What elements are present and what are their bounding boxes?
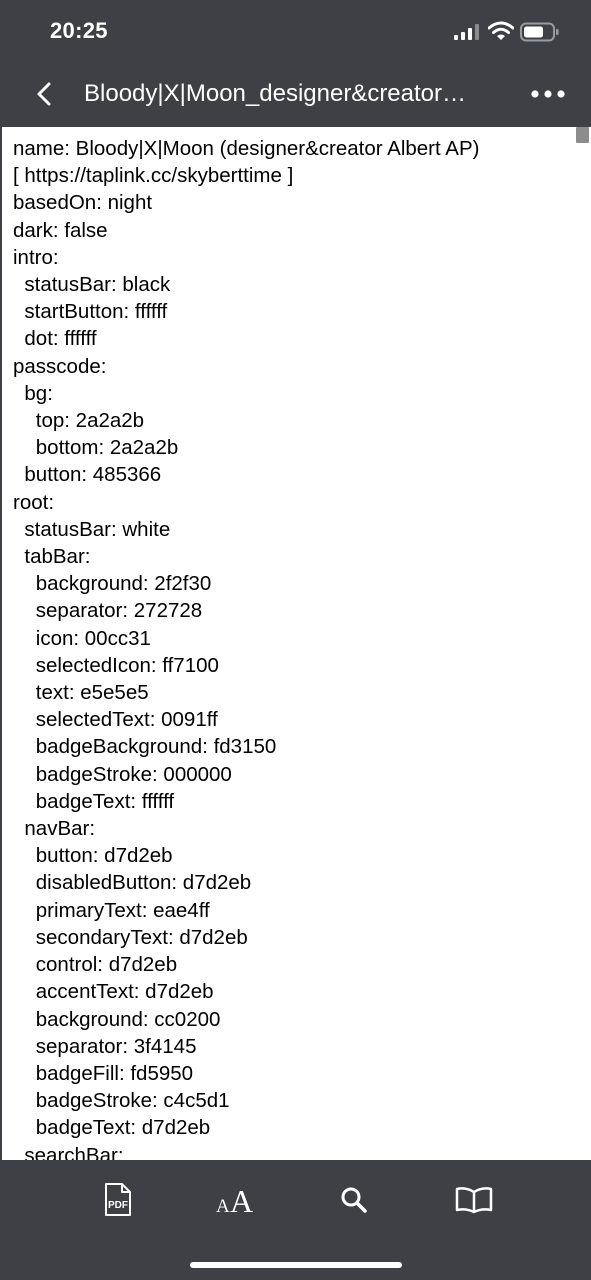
document-line: badgeText: ffffff [13,789,175,813]
document-viewer[interactable]: name: Bloody|X|Moon (designer&creator Al… [2,127,574,1160]
document-line: selectedIcon: ff7100 [13,653,219,677]
document-line: button: 485366 [13,463,162,487]
search-icon [341,1187,367,1213]
document-line: statusBar: black [13,273,171,297]
document-line: passcode: [13,354,107,378]
document-text: name: Bloody|X|Moon (designer&creator Al… [13,135,479,1160]
document-line: badgeFill: fd5950 [13,1061,194,1085]
document-line: statusBar: white [13,517,171,541]
document-line: navBar: [13,817,96,841]
document-line: dark: false [13,218,108,242]
text-size-button[interactable]: A A [211,1180,261,1220]
wifi-icon [488,21,514,40]
document-line: bg: [13,381,53,405]
svg-text:A: A [230,1184,253,1216]
document-line: icon: 00cc31 [13,626,151,650]
book-icon [455,1187,493,1214]
document-line: intro: [13,245,59,269]
document-line: root: [13,490,55,514]
document-line: control: d7d2eb [13,953,178,977]
document-line: top: 2a2a2b [13,409,145,433]
document-line: badgeStroke: 000000 [13,762,232,786]
svg-text:PDF: PDF [108,1200,128,1211]
document-line: text: e5e5e5 [13,681,149,705]
document-line: tabBar: [13,545,91,569]
more-button[interactable] [526,78,570,110]
signal-bars-icon [454,24,479,40]
document-line: badgeStroke: c4c5d1 [13,1089,230,1113]
document-line: dot: ffffff [13,327,97,351]
text-size-icon: A A [216,1184,253,1216]
document-line: button: d7d2eb [13,844,173,868]
chevron-left-icon [37,82,51,106]
nav-bar: Bloody|X|Moon_designer&creator… [0,64,591,126]
home-indicator [190,1262,402,1268]
svg-text:A: A [216,1196,230,1216]
document-line: background: 2f2f30 [13,572,212,596]
more-dots-icon [531,90,565,98]
status-bar: 20:25 [0,0,591,64]
document-line: primaryText: eae4ff [13,898,210,922]
document-line: searchBar: [13,1143,124,1160]
document-line: background: cc0200 [13,1007,221,1031]
document-line: [ https://taplink.cc/skyberttime ] [13,164,294,188]
pdf-icon: PDF [105,1183,131,1216]
document-line: badgeBackground: fd3150 [13,735,277,759]
document-line: separator: 3f4145 [13,1034,197,1058]
document-line: badgeText: d7d2eb [13,1116,211,1140]
scrollbar[interactable] [574,127,591,1160]
document-line: basedOn: night [13,191,153,215]
document-title: Bloody|X|Moon_designer&creator… [84,80,467,107]
back-button[interactable] [26,76,62,112]
battery-icon [520,22,559,42]
document-line: accentText: d7d2eb [13,980,214,1004]
document-line: name: Bloody|X|Moon (designer&creator Al… [13,137,480,160]
reader-button[interactable] [449,1180,499,1220]
document-line: disabledButton: d7d2eb [13,871,252,895]
pdf-button[interactable]: PDF [93,1180,143,1220]
search-button[interactable] [329,1180,379,1220]
document-line: separator: 272728 [13,599,203,623]
document-line: bottom: 2a2a2b [13,436,179,460]
scrollbar-thumb[interactable] [576,127,589,143]
document-line: selectedText: 0091ff [13,708,218,732]
document-line: startButton: ffffff [13,300,168,324]
document-line: secondaryText: d7d2eb [13,925,248,949]
status-time: 20:25 [50,18,108,43]
bottom-toolbar: PDF A A [0,1160,591,1280]
